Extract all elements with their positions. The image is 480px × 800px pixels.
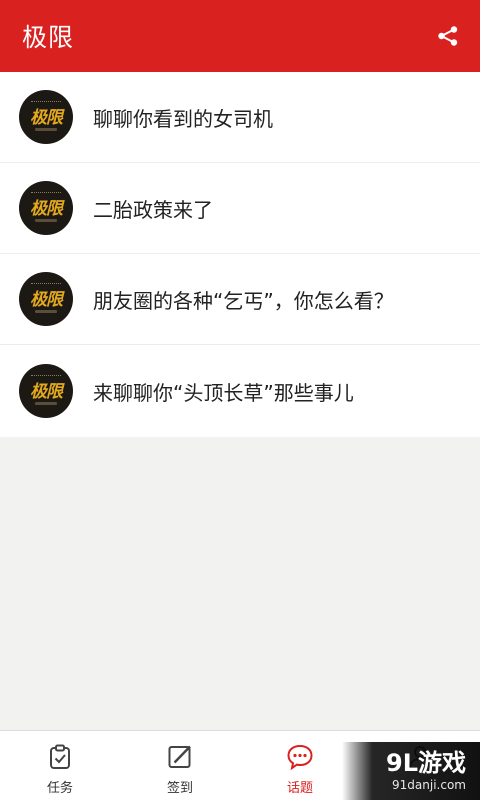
- tab-checkin[interactable]: 签到: [120, 731, 240, 800]
- avatar: 极限: [19, 90, 73, 144]
- avatar: 极限: [19, 272, 73, 326]
- topic-label: 聊聊你看到的女司机: [93, 106, 273, 131]
- app-header: 极限: [0, 0, 480, 72]
- share-icon: [438, 26, 458, 46]
- topic-row[interactable]: 极限 来聊聊你“头顶长草”那些事儿: [0, 345, 480, 437]
- edit-icon: [168, 745, 191, 768]
- tab-label: 任务: [46, 781, 73, 796]
- topic-row[interactable]: 极限 聊聊你看到的女司机: [0, 72, 480, 163]
- topic-label: 二胎政策来了: [93, 197, 213, 222]
- clipboard-check-icon: [50, 744, 70, 769]
- share-button[interactable]: [434, 22, 462, 50]
- avatar-logo-text: 极限: [30, 381, 63, 402]
- avatar: 极限: [19, 364, 73, 418]
- tab-label: 签到: [166, 781, 193, 796]
- app-title: 极限: [22, 23, 75, 52]
- tab-label: 话题: [286, 781, 313, 796]
- watermark-logo: 9L游戏: [386, 748, 466, 777]
- topic-row[interactable]: 极限 二胎政策来了: [0, 163, 480, 254]
- topic-label: 来聊聊你“头顶长草”那些事儿: [93, 380, 354, 405]
- topic-row[interactable]: 极限 朋友圈的各种“乞丐”，你怎么看？: [0, 254, 480, 345]
- watermark: 9L游戏 91danji.com: [342, 742, 480, 800]
- avatar-logo-text: 极限: [30, 107, 63, 128]
- tab-tasks[interactable]: 任务: [0, 731, 120, 800]
- avatar: 极限: [19, 181, 73, 235]
- chat-bubble-icon: [287, 744, 313, 771]
- avatar-logo-text: 极限: [30, 198, 63, 219]
- topic-label: 朋友圈的各种“乞丐”，你怎么看？: [93, 288, 394, 313]
- topic-list: 极限 聊聊你看到的女司机 极限 二胎政策来了 极限 朋友圈的各种“乞丐”，你怎么…: [0, 72, 480, 437]
- avatar-logo-text: 极限: [30, 289, 63, 310]
- watermark-url: 91danji.com: [392, 777, 466, 792]
